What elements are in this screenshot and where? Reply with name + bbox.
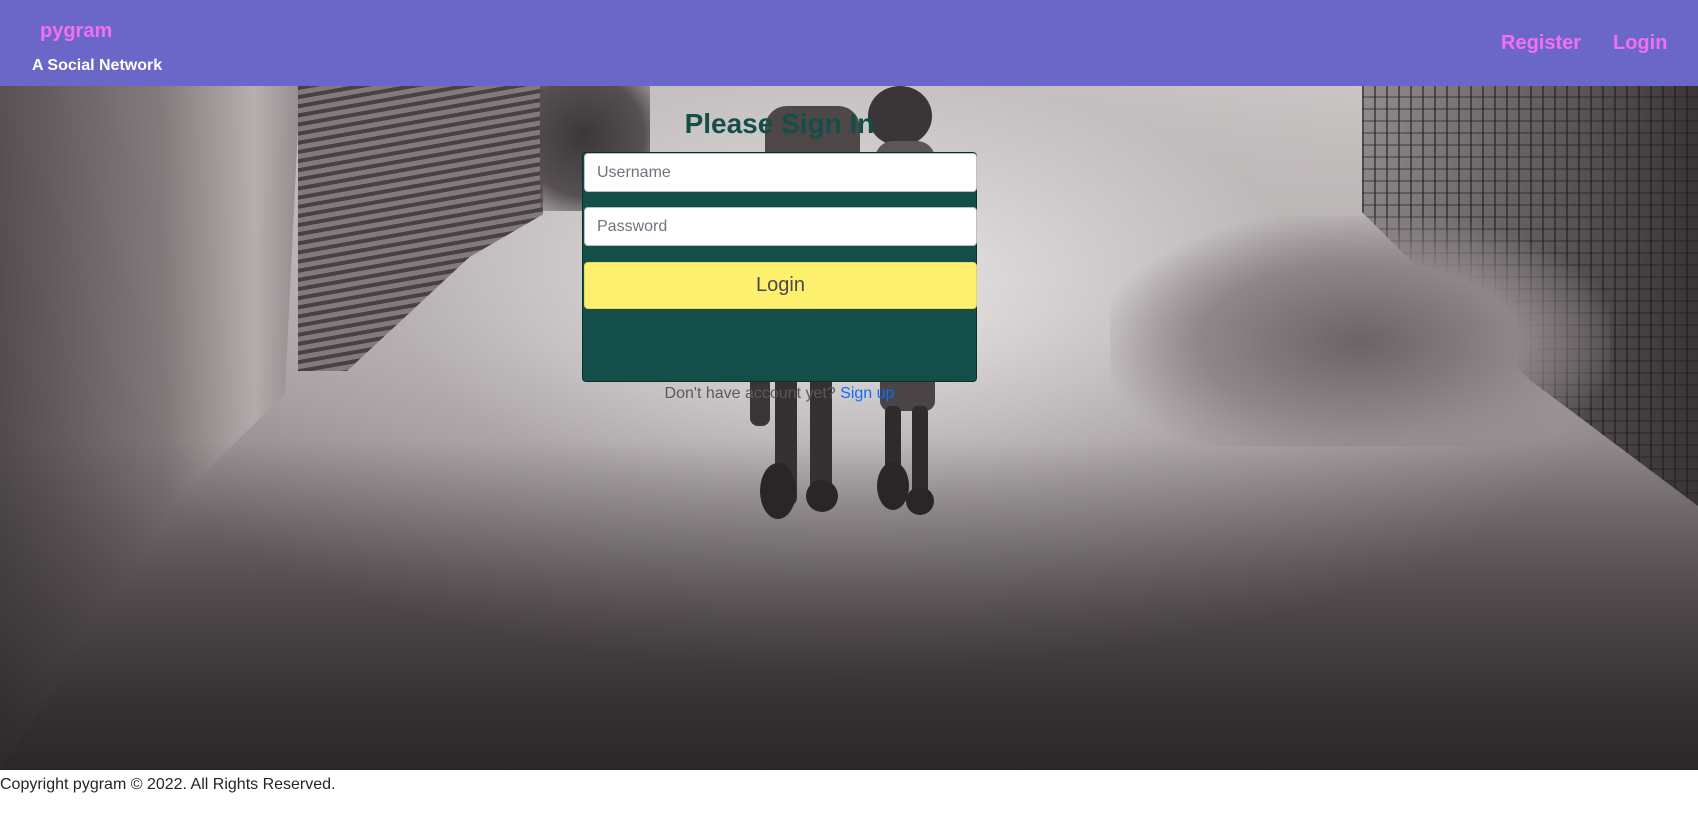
login-button[interactable]: Login bbox=[584, 262, 977, 309]
signup-prompt-text: Don't have account yet? bbox=[664, 385, 836, 402]
nav-register-link[interactable]: Register bbox=[1501, 32, 1581, 55]
brand-logo-link[interactable]: pygram bbox=[40, 20, 112, 43]
brand-tagline: A Social Network bbox=[32, 57, 163, 74]
photo-stone-wall bbox=[298, 86, 543, 371]
password-input[interactable] bbox=[584, 207, 977, 246]
footer: Copyright pygram © 2022. All Rights Rese… bbox=[0, 770, 1698, 813]
page-title: Please Sign In bbox=[684, 108, 875, 139]
signup-link[interactable]: Sign up bbox=[840, 385, 894, 402]
navbar: pygram A Social Network Register Login bbox=[0, 0, 1698, 86]
signup-prompt-line: Don't have account yet? Sign up bbox=[582, 385, 977, 403]
footer-copyright: Copyright pygram © 2022. All Rights Rese… bbox=[0, 776, 336, 793]
signin-form: Login bbox=[582, 152, 977, 382]
nav-login-link[interactable]: Login bbox=[1613, 32, 1667, 55]
photo-grass bbox=[1110, 216, 1610, 446]
username-input[interactable] bbox=[584, 153, 977, 192]
